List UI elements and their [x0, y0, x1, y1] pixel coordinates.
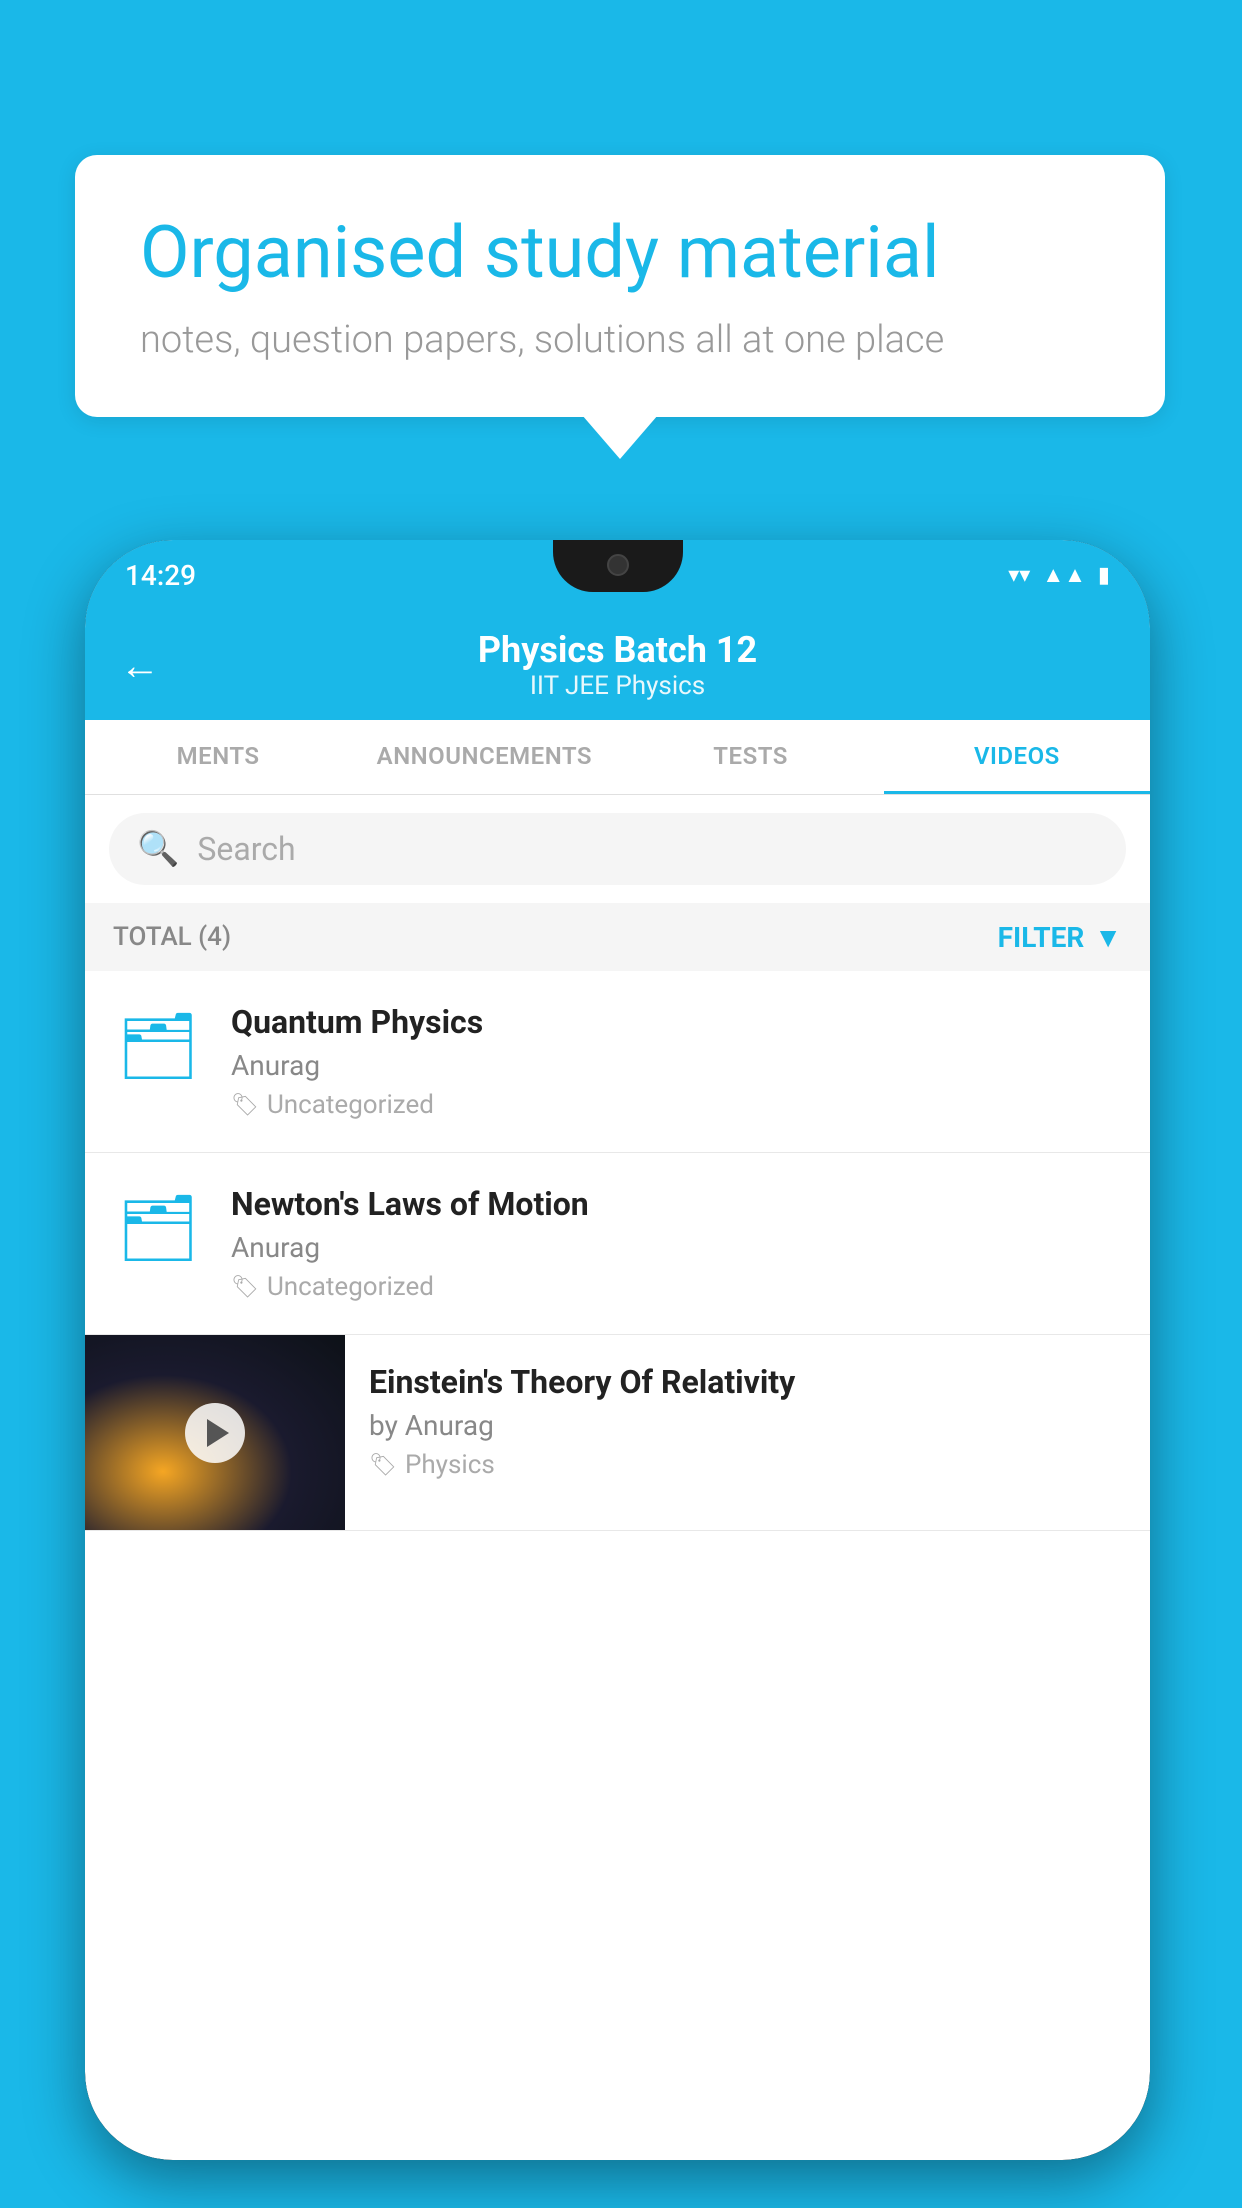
item-title: Quantum Physics	[231, 1003, 1122, 1041]
item-content: Newton's Laws of Motion Anurag 🏷 Uncateg…	[231, 1185, 1122, 1302]
battery-icon: ▮	[1098, 563, 1110, 588]
search-bar[interactable]: 🔍 Search	[109, 813, 1126, 885]
camera-dot	[607, 554, 629, 576]
filter-bar: TOTAL (4) FILTER ▼	[85, 903, 1150, 971]
item-title: Einstein's Theory Of Relativity	[369, 1363, 1126, 1401]
search-placeholder: Search	[197, 830, 295, 868]
search-container: 🔍 Search	[85, 795, 1150, 903]
wifi-icon: ▾▾	[1008, 563, 1030, 588]
status-icons: ▾▾ ▲▲ ▮	[1008, 562, 1110, 588]
video-list: 🗂 Quantum Physics Anurag 🏷 Uncategorized…	[85, 971, 1150, 1531]
list-item[interactable]: Einstein's Theory Of Relativity by Anura…	[85, 1335, 1150, 1531]
app-header: ← Physics Batch 12 IIT JEE Physics	[85, 610, 1150, 720]
tab-tests[interactable]: TESTS	[618, 720, 884, 794]
folder-icon: 🗂	[117, 1008, 200, 1084]
header-title-sub: IIT JEE Physics	[478, 671, 757, 701]
speech-bubble: Organised study material notes, question…	[75, 155, 1165, 417]
tag-icon: 🏷	[231, 1275, 259, 1300]
item-title: Newton's Laws of Motion	[231, 1185, 1122, 1223]
list-item[interactable]: 🗂 Quantum Physics Anurag 🏷 Uncategorized	[85, 971, 1150, 1153]
item-tag: 🏷 Uncategorized	[231, 1090, 1122, 1120]
play-triangle-icon	[207, 1419, 229, 1447]
status-bar: 14:29 ▾▾ ▲▲ ▮	[85, 540, 1150, 610]
thumbnail-bg	[85, 1335, 345, 1530]
bubble-title: Organised study material	[140, 210, 1100, 296]
item-icon-container: 🗂	[113, 1003, 203, 1084]
item-icon-container: 🗂	[113, 1185, 203, 1266]
play-button[interactable]	[185, 1403, 245, 1463]
item-tag: 🏷 Uncategorized	[231, 1272, 1122, 1302]
total-count: TOTAL (4)	[113, 922, 231, 952]
item-content: Quantum Physics Anurag 🏷 Uncategorized	[231, 1003, 1122, 1120]
tab-ments[interactable]: MENTS	[85, 720, 351, 794]
item-author: by Anurag	[369, 1409, 1126, 1442]
filter-icon: ▼	[1094, 921, 1122, 954]
notch	[553, 540, 683, 592]
tab-announcements[interactable]: ANNOUNCEMENTS	[351, 720, 617, 794]
folder-icon: 🗂	[117, 1190, 200, 1266]
search-icon: 🔍	[137, 829, 179, 869]
list-item[interactable]: 🗂 Newton's Laws of Motion Anurag 🏷 Uncat…	[85, 1153, 1150, 1335]
thumbnail-container	[85, 1335, 345, 1530]
tabs-container: MENTS ANNOUNCEMENTS TESTS VIDEOS	[85, 720, 1150, 795]
back-button[interactable]: ←	[120, 642, 160, 689]
phone-frame: 14:29 ▾▾ ▲▲ ▮ ← Physics Batch 12 IIT JEE…	[85, 540, 1150, 2160]
item-tag: 🏷 Physics	[369, 1450, 1126, 1480]
phone-screen: 14:29 ▾▾ ▲▲ ▮ ← Physics Batch 12 IIT JEE…	[85, 540, 1150, 2160]
filter-button[interactable]: FILTER ▼	[998, 921, 1122, 954]
tab-videos[interactable]: VIDEOS	[884, 720, 1150, 794]
tag-icon: 🏷	[231, 1093, 259, 1118]
item-author: Anurag	[231, 1231, 1122, 1264]
bubble-subtitle: notes, question papers, solutions all at…	[140, 318, 1100, 362]
item-author: Anurag	[231, 1049, 1122, 1082]
tag-icon: 🏷	[369, 1453, 397, 1478]
item-content: Einstein's Theory Of Relativity by Anura…	[345, 1335, 1150, 1508]
status-time: 14:29	[125, 559, 196, 592]
header-title-main: Physics Batch 12	[478, 629, 757, 671]
header-title: Physics Batch 12 IIT JEE Physics	[478, 629, 757, 701]
signal-icon: ▲▲	[1042, 562, 1086, 588]
